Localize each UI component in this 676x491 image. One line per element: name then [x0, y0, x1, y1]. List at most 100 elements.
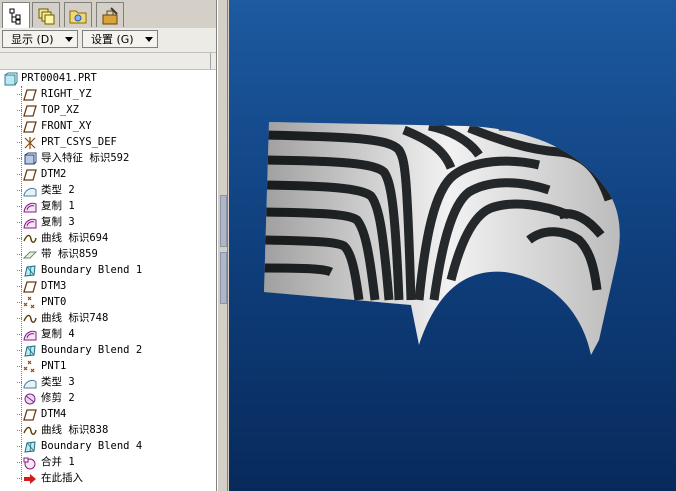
tree-item-label: Boundary Blend 1 — [41, 264, 143, 276]
tree-item[interactable]: 在此插入 — [0, 470, 216, 486]
tree-item-label: 复制 3 — [41, 216, 75, 228]
tree-item[interactable]: 带 标识859 — [0, 246, 216, 262]
copy-surface-icon — [23, 215, 37, 229]
ribbon-icon — [22, 247, 38, 261]
copy-surface-icon — [23, 327, 37, 341]
tree-item-label: 复制 1 — [41, 200, 75, 212]
navigator-toolbar: 显示 (D) 设置 (G) — [0, 28, 216, 52]
curve-icon — [23, 423, 37, 437]
tree-item[interactable]: RIGHT_YZ — [0, 86, 216, 102]
tree-root-item[interactable]: PRT00041.PRT — [0, 70, 216, 86]
tree-item-label: 类型 2 — [41, 184, 75, 196]
tree-item-label: 复制 4 — [41, 328, 75, 340]
chevron-down-icon — [65, 37, 73, 42]
tree-item[interactable]: 复制 4 — [0, 326, 216, 342]
tree-item[interactable]: PRT_CSYS_DEF — [0, 134, 216, 150]
boundary-blend-icon — [23, 343, 37, 357]
tree-item-label: 修剪 2 — [41, 392, 75, 404]
navigator-tabs — [0, 0, 216, 29]
tree-item-label: 合并 1 — [41, 456, 75, 468]
tree-item[interactable]: PNT1 — [0, 358, 216, 374]
tree-item-label: PRT00041.PRT — [21, 72, 97, 84]
settings-button[interactable]: 设置 (G) — [82, 30, 158, 48]
model-tree-icon — [9, 8, 21, 25]
datum-plane-icon — [23, 407, 37, 421]
tree-item[interactable]: 曲线 标识694 — [0, 230, 216, 246]
tree-item-label: Boundary Blend 2 — [41, 344, 143, 356]
tree-item[interactable]: 合并 1 — [0, 454, 216, 470]
trim-icon — [23, 391, 37, 405]
model-tree-tab[interactable] — [2, 2, 30, 29]
tree-item-label: RIGHT_YZ — [41, 88, 92, 100]
display-button[interactable]: 显示 (D) — [2, 30, 78, 48]
datum-plane-icon — [23, 167, 37, 181]
folder-icon — [69, 10, 87, 24]
insert-here-arrow-icon — [23, 471, 37, 485]
layers-tab[interactable] — [32, 2, 60, 27]
tree-item-label: DTM4 — [41, 408, 67, 420]
tree-item-label: 曲线 标识838 — [41, 424, 109, 436]
tree-item-label: PRT_CSYS_DEF — [41, 136, 117, 148]
tree-item-label: DTM2 — [41, 168, 67, 180]
tree-item[interactable]: FRONT_XY — [0, 118, 216, 134]
collapse-handle[interactable] — [220, 195, 227, 247]
graphics-viewport[interactable] — [229, 0, 676, 491]
tree-item-label: PNT0 — [41, 296, 67, 308]
zebra-stripes — [264, 122, 620, 355]
tree-item[interactable]: 导入特征 标识592 — [0, 150, 216, 166]
copy-surface-icon — [23, 199, 37, 213]
tree-item[interactable]: 类型 3 — [0, 374, 216, 390]
tree-item[interactable]: 曲线 标识838 — [0, 422, 216, 438]
surface-type-icon — [23, 375, 37, 389]
curve-icon — [23, 311, 37, 325]
layers-icon — [38, 8, 55, 25]
model-tree: PRT00041.PRT RIGHT_YZ TOP_XZ FRONT_XY PRT_CS… — [0, 70, 216, 491]
tree-item-label: Boundary Blend 4 — [41, 440, 143, 452]
tree-item-label: PNT1 — [41, 360, 67, 372]
datum-point-icon — [23, 359, 37, 373]
tree-item-label: FRONT_XY — [41, 120, 92, 132]
csys-icon — [23, 135, 37, 149]
tree-item[interactable]: 曲线 标识748 — [0, 310, 216, 326]
tree-item[interactable]: 复制 3 — [0, 214, 216, 230]
surface-type-icon — [23, 183, 37, 197]
datum-plane-icon — [23, 103, 37, 117]
display-button-label: 显示 (D) — [11, 33, 54, 46]
datum-plane-icon — [23, 279, 37, 293]
tree-item-label: 曲线 标识748 — [41, 312, 109, 324]
boundary-blend-icon — [23, 439, 37, 453]
curve-icon — [23, 231, 37, 245]
tree-column-header[interactable] — [0, 52, 216, 70]
tree-item[interactable]: 修剪 2 — [0, 390, 216, 406]
favorites-tab[interactable] — [96, 2, 124, 27]
folder-tab[interactable] — [64, 2, 92, 27]
tree-item[interactable]: Boundary Blend 2 — [0, 342, 216, 358]
expand-handle[interactable] — [220, 252, 227, 304]
datum-plane-icon — [23, 119, 37, 133]
settings-button-label: 设置 (G) — [91, 33, 134, 46]
tree-item[interactable]: PNT0 — [0, 294, 216, 310]
tree-item[interactable]: Boundary Blend 4 — [0, 438, 216, 454]
part-icon — [4, 71, 18, 86]
tree-item-label: DTM3 — [41, 280, 67, 292]
navigator-panel: 显示 (D) 设置 (G) PRT00041.PRT RIGHT_YZ TOP_XZ… — [0, 0, 217, 491]
zebra-surface-model — [264, 122, 620, 355]
tree-item[interactable]: TOP_XZ — [0, 102, 216, 118]
tree-item-label: 在此插入 — [41, 472, 83, 484]
tree-item[interactable]: 类型 2 — [0, 182, 216, 198]
tree-item[interactable]: 复制 1 — [0, 198, 216, 214]
import-feature-icon — [23, 151, 37, 165]
merge-icon — [23, 455, 37, 470]
panel-splitter[interactable] — [217, 0, 228, 491]
chevron-down-icon — [145, 37, 153, 42]
tree-item-label: 导入特征 标识592 — [41, 152, 130, 164]
tree-item[interactable]: DTM4 — [0, 406, 216, 422]
boundary-blend-icon — [23, 263, 37, 277]
tree-item-label: 曲线 标识694 — [41, 232, 109, 244]
tree-item-label: 类型 3 — [41, 376, 75, 388]
datum-point-icon — [23, 295, 37, 309]
tree-item-label: TOP_XZ — [41, 104, 79, 116]
tree-item[interactable]: Boundary Blend 1 — [0, 262, 216, 278]
tree-item[interactable]: DTM2 — [0, 166, 216, 182]
tree-item[interactable]: DTM3 — [0, 278, 216, 294]
